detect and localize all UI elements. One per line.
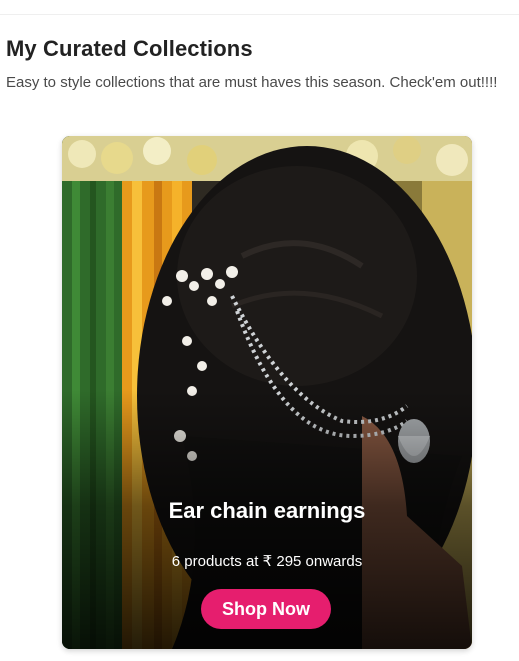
section-subtitle: Easy to style collections that are must … — [6, 74, 498, 91]
collection-meta: 6 products at ₹ 295 onwards — [171, 553, 363, 570]
collection-title: Ear chain earnings — [168, 498, 366, 523]
collection-card[interactable]: Ear chain earnings 6 products at ₹ 295 o… — [62, 136, 472, 649]
section-title: My Curated Collections — [6, 36, 253, 61]
shop-now-button[interactable]: Shop Now — [201, 589, 331, 629]
top-divider — [0, 14, 519, 15]
